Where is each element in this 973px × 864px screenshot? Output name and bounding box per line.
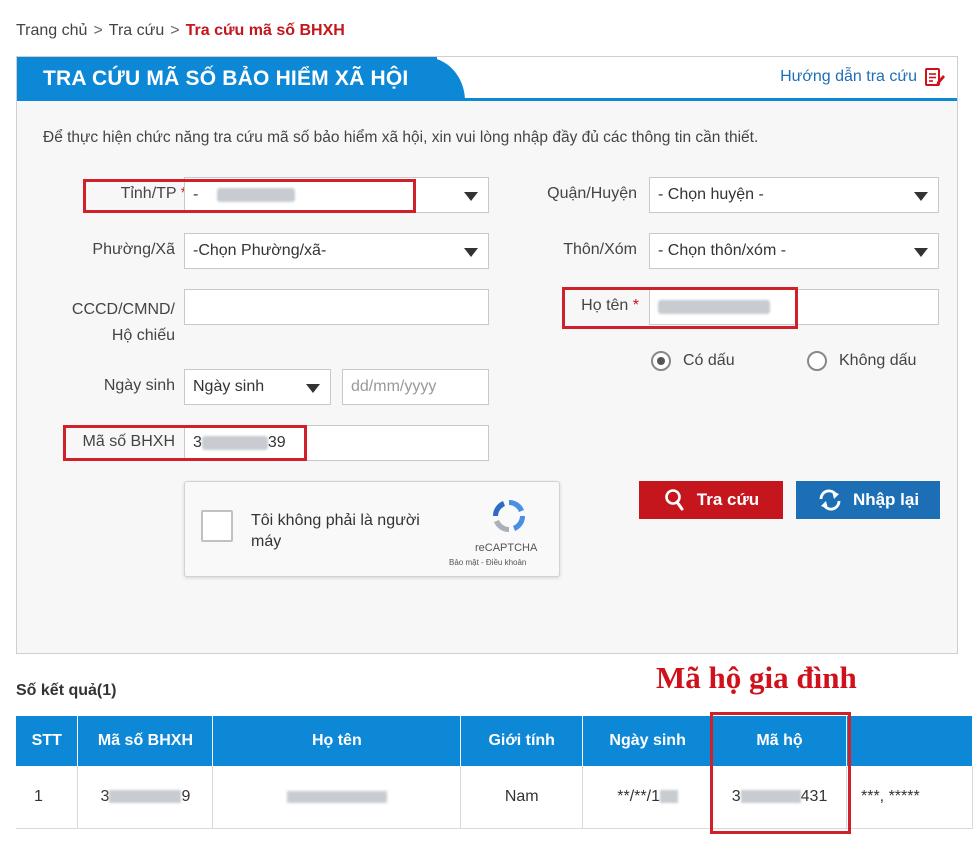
column-header-bhxh: Mã số BHXH: [77, 716, 214, 766]
ward-label: Phường/Xã: [92, 241, 175, 258]
district-label: Quận/Huyện: [547, 185, 637, 202]
dob-type-select-value: Ngày sinh: [193, 378, 265, 395]
dob-input[interactable]: dd/mm/yyyy: [342, 369, 489, 405]
radio-accented[interactable]: Có dấu: [651, 351, 735, 371]
intro-text: Để thực hiện chức năng tra cứu mã số bảo…: [43, 129, 759, 146]
column-header-gender: Giới tính: [460, 716, 584, 766]
dob-type-select[interactable]: Ngày sinh: [184, 369, 331, 405]
results-count: Số kết quả(1): [16, 682, 117, 699]
dob-input-placeholder: dd/mm/yyyy: [351, 378, 437, 395]
cell-stt: 1: [16, 766, 79, 829]
column-header-dob: Ngày sinh: [582, 716, 714, 766]
chevron-down-icon: [914, 192, 928, 201]
cell-dob: **/**/1: [582, 766, 714, 829]
breadcrumb-home[interactable]: Trang chủ: [16, 22, 87, 40]
household-code-annotation: Mã hộ gia đình: [656, 660, 857, 695]
page-title: TRA CỨU MÃ SỐ BẢO HIỂM XÃ HỘI: [17, 57, 437, 101]
breadcrumb: Trang chủ > Tra cứu > Tra cứu mã số BHXH: [16, 22, 345, 40]
cell-bhxh-suffix: 9: [181, 787, 191, 805]
search-button[interactable]: Tra cứu: [639, 481, 783, 519]
reset-button-label: Nhập lại: [852, 490, 920, 509]
reset-button[interactable]: Nhập lại: [796, 481, 940, 519]
district-select-value: - Chọn huyện -: [658, 186, 764, 203]
ward-select-value: -Chọn Phường/xã-: [193, 242, 327, 259]
chevron-down-icon: [914, 248, 928, 257]
search-button-label: Tra cứu: [696, 490, 760, 509]
hamlet-select-value: - Chọn thôn/xóm -: [658, 242, 787, 259]
recaptcha-checkbox[interactable]: [201, 510, 233, 542]
breadcrumb-current: Tra cứu mã số BHXH: [185, 22, 345, 39]
search-icon: [664, 489, 684, 511]
highlight-box: [562, 287, 798, 329]
breadcrumb-separator: >: [93, 22, 103, 39]
edit-document-icon: [925, 68, 945, 86]
recaptcha-logo-icon: [492, 499, 526, 533]
recaptcha-terms-link[interactable]: Bảo mật - Điều khoản: [449, 558, 526, 567]
cell-gender: Nam: [460, 766, 584, 829]
chevron-down-icon: [306, 384, 320, 393]
radio-unaccented[interactable]: Không dấu: [807, 351, 916, 371]
redacted-value: [659, 790, 678, 804]
redacted-value: [109, 790, 182, 804]
cell-extra: ***, *****: [846, 766, 973, 829]
chevron-down-icon: [464, 192, 478, 201]
refresh-icon: [819, 489, 841, 511]
recaptcha-label: Tôi không phải là người máy: [251, 512, 420, 550]
radio-unselected-icon: [807, 351, 827, 371]
radio-selected-icon: [651, 351, 671, 371]
id-label-line-2: Hộ chiếu: [111, 327, 175, 344]
highlight-box: [83, 179, 416, 213]
id-number-input[interactable]: [184, 289, 489, 325]
redacted-value: [286, 790, 387, 803]
recaptcha-widget: Tôi không phải là người máy reCAPTCHA Bả…: [184, 481, 560, 577]
hamlet-select[interactable]: - Chọn thôn/xóm -: [649, 233, 939, 269]
district-select[interactable]: - Chọn huyện -: [649, 177, 939, 213]
ward-select[interactable]: -Chọn Phường/xã-: [184, 233, 489, 269]
radio-accented-label: Có dấu: [683, 352, 735, 369]
highlight-box-household-code: [710, 712, 851, 834]
hamlet-label: Thôn/Xóm: [563, 241, 637, 258]
column-header-name: Họ tên: [212, 716, 462, 766]
guide-link[interactable]: Hướng dẫn tra cứu: [780, 67, 945, 87]
cell-name: [212, 766, 462, 829]
radio-unaccented-label: Không dấu: [839, 352, 917, 369]
cell-dob-prefix: **/**/1: [617, 787, 660, 805]
cell-bhxh-prefix: 3: [100, 787, 110, 805]
highlight-box: [63, 425, 307, 461]
breadcrumb-lookup[interactable]: Tra cứu: [109, 22, 164, 40]
recaptcha-brand: reCAPTCHA: [475, 542, 538, 554]
lookup-panel: TRA CỨU MÃ SỐ BẢO HIỂM XÃ HỘI Hướng dẫn …: [16, 56, 958, 654]
id-label-line-1: CCCD/CMND/: [71, 301, 175, 318]
column-header-stt: STT: [16, 716, 79, 766]
column-header-extra: [846, 716, 973, 766]
cell-bhxh: 39: [77, 766, 214, 829]
panel-header: TRA CỨU MÃ SỐ BẢO HIỂM XÃ HỘI Hướng dẫn …: [17, 57, 957, 101]
dob-label: Ngày sinh: [103, 377, 175, 394]
id-label: CCCD/CMND/ Hộ chiếu: [47, 297, 175, 349]
chevron-down-icon: [464, 248, 478, 257]
breadcrumb-separator: >: [170, 22, 180, 39]
guide-link-label: Hướng dẫn tra cứu: [780, 68, 917, 85]
